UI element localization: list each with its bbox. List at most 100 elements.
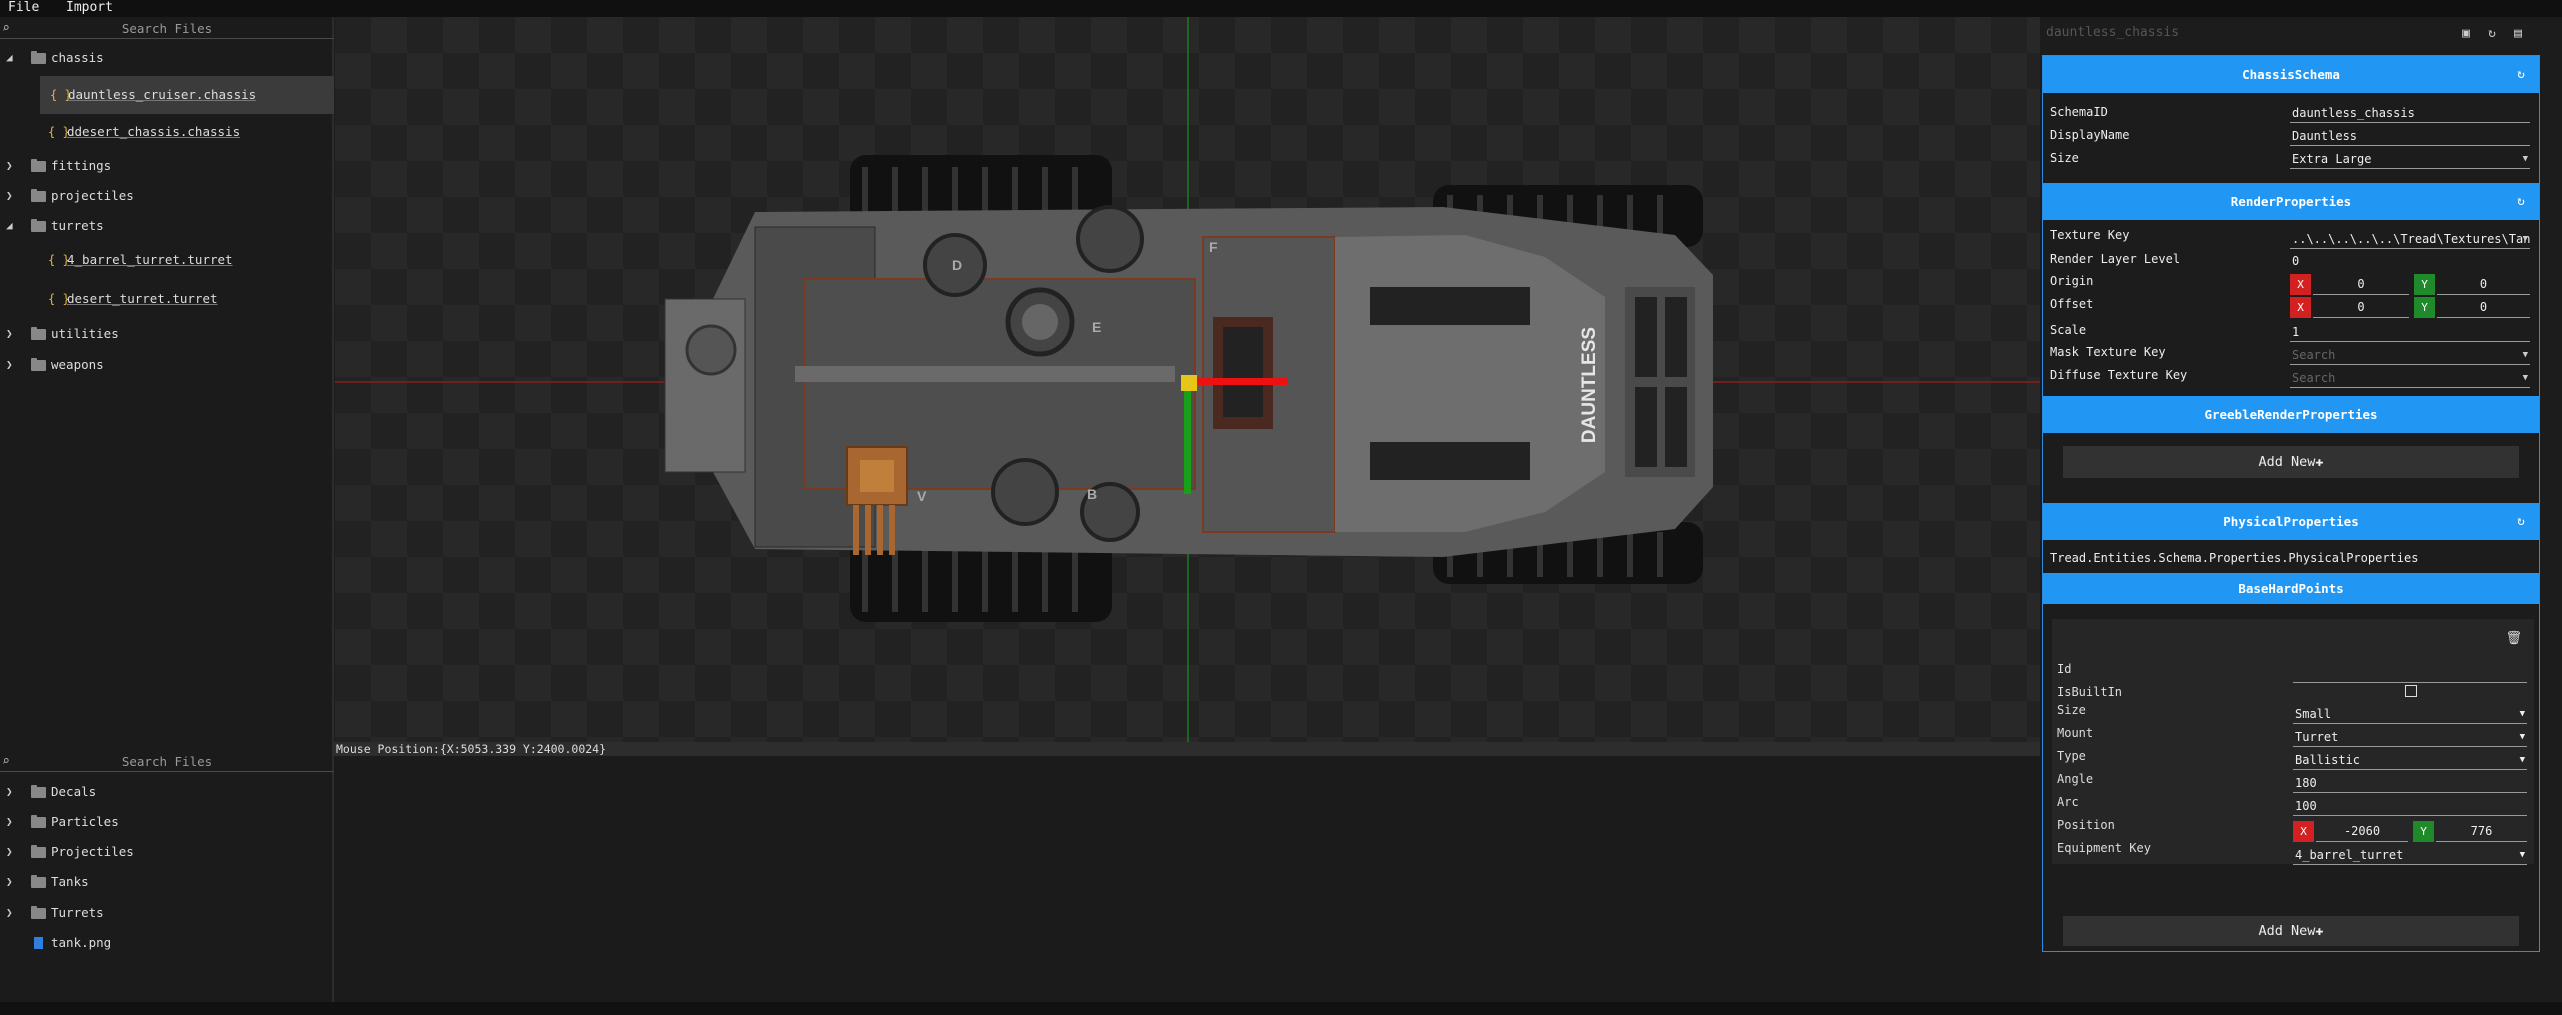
texture-key-select[interactable]: ..\..\..\..\..\Tread\Textures\Tank ▼	[2290, 228, 2530, 249]
tree-file-dauntless[interactable]: { } dauntless_cruiser.chassis	[40, 76, 334, 114]
y-axis-tag: Y	[2413, 821, 2434, 842]
tree-folder-chassis[interactable]: ◢ chassis	[0, 43, 334, 73]
expand-arrow-icon[interactable]: ❯	[6, 807, 13, 837]
asset-folder-tanks[interactable]: ❯ Tanks	[0, 867, 334, 897]
diffuse-texture-row: Diffuse Texture Key Search ▼	[2050, 367, 2530, 389]
scene-viewport[interactable]: DAUNTLESS D E F V B	[335, 17, 2040, 742]
tank-letter: F	[1209, 239, 1218, 255]
section-render-properties[interactable]: RenderProperties ↻	[2043, 183, 2539, 220]
mask-texture-select[interactable]: Search ▼	[2290, 344, 2530, 365]
folder-icon	[31, 189, 46, 202]
section-greeble-render[interactable]: GreebleRenderProperties	[2043, 396, 2539, 433]
collapse-arrow-icon[interactable]: ◢	[6, 43, 13, 73]
greeble-add-new-button[interactable]: Add New✚	[2063, 446, 2519, 478]
menu-bar: File Import	[0, 0, 2562, 17]
dropdown-arrow-icon: ▼	[2522, 154, 2528, 164]
button-label: Add New	[2258, 923, 2316, 939]
hardpoint-mount-select[interactable]: Turret ▼	[2293, 726, 2527, 747]
texture-key-value: ..\..\..\..\..\Tread\Textures\Tank	[2292, 232, 2530, 246]
folder-icon	[31, 845, 46, 858]
expand-arrow-icon[interactable]: ❯	[6, 777, 13, 807]
hardpoint-angle-row: Angle 180	[2057, 772, 2527, 794]
asset-folder-projectiles[interactable]: ❯ Projectiles	[0, 837, 334, 867]
hardpoint-arc-input[interactable]: 100	[2293, 795, 2527, 816]
property-label: Mask Texture Key	[2050, 345, 2166, 359]
position-x-input[interactable]: -2060	[2316, 821, 2408, 842]
origin-vector: X 0 Y 0	[2290, 274, 2530, 295]
file-label: tank.png	[51, 935, 112, 950]
hardpoint-add-new-button[interactable]: Add New✚	[2063, 916, 2519, 946]
mount-value: Turret	[2295, 730, 2339, 744]
folder-label: utilities	[51, 326, 119, 341]
top-search-input[interactable]: ⌕ Search Files	[0, 19, 334, 39]
expand-arrow-icon[interactable]: ❯	[6, 319, 13, 349]
equipment-key-select[interactable]: 4_barrel_turret ▼	[2293, 844, 2527, 865]
hardpoint-type-select[interactable]: Ballistic ▼	[2293, 749, 2527, 770]
asset-folder-turrets[interactable]: ❯ Turrets	[0, 898, 334, 928]
asset-file-tank-png[interactable]: tank.png	[0, 928, 334, 958]
plus-icon: ✚	[2315, 923, 2324, 939]
sync-icon[interactable]: ↻	[2517, 56, 2525, 93]
render-layer-input[interactable]: 0	[2290, 250, 2530, 271]
scale-input[interactable]: 1	[2290, 321, 2530, 342]
sync-icon[interactable]: ↻	[2517, 183, 2525, 220]
dropdown-arrow-icon: ▼	[2519, 709, 2525, 719]
expand-arrow-icon[interactable]: ❯	[6, 151, 13, 181]
display-name-input[interactable]: Dauntless	[2290, 125, 2530, 146]
trash-icon[interactable]: 🗑	[2505, 631, 2522, 646]
property-label: Scale	[2050, 323, 2087, 337]
sync-icon[interactable]: ↻	[2517, 503, 2525, 540]
folder-icon	[31, 219, 46, 232]
section-chassis-schema[interactable]: ChassisSchema ↻	[2043, 56, 2539, 93]
y-axis-tag: Y	[2414, 274, 2435, 295]
scene-canvas[interactable]: DAUNTLESS D E F V B	[335, 17, 2040, 742]
hardpoint-id-input[interactable]	[2293, 662, 2527, 683]
menu-file[interactable]: File	[8, 0, 39, 15]
section-title: RenderProperties	[2230, 194, 2352, 209]
tree-folder-fittings[interactable]: ❯ fittings	[0, 151, 334, 181]
folder-icon	[31, 159, 46, 172]
position-y-input[interactable]: 776	[2436, 821, 2527, 842]
expand-arrow-icon[interactable]: ❯	[6, 837, 13, 867]
schema-id-input[interactable]: dauntless_chassis	[2290, 102, 2530, 123]
expand-arrow-icon[interactable]: ❯	[6, 350, 13, 380]
section-physical-properties[interactable]: PhysicalProperties ↻	[2043, 503, 2539, 540]
origin-x-input[interactable]: 0	[2313, 274, 2409, 295]
hardpoint-mount-row: Mount Turret ▼	[2057, 726, 2527, 748]
folder-label: Particles	[51, 814, 119, 829]
diffuse-texture-select[interactable]: Search ▼	[2290, 367, 2530, 388]
expand-arrow-icon[interactable]: ❯	[6, 898, 13, 928]
file-label: desert_turret.turret	[67, 291, 218, 306]
origin-y-input[interactable]: 0	[2437, 274, 2530, 295]
refresh-icon[interactable]: ↻	[2485, 27, 2499, 41]
offset-y-input[interactable]: 0	[2437, 297, 2530, 318]
expand-arrow-icon[interactable]: ❯	[6, 181, 13, 211]
property-label: Size	[2057, 703, 2086, 717]
hardpoint-angle-input[interactable]: 180	[2293, 772, 2527, 793]
size-select[interactable]: Extra Large ▼	[2290, 148, 2530, 169]
tree-folder-turrets[interactable]: ◢ turrets	[0, 211, 334, 241]
tree-folder-projectiles[interactable]: ❯ projectiles	[0, 181, 334, 211]
tree-folder-weapons[interactable]: ❯ weapons	[0, 350, 334, 380]
tree-folder-utilities[interactable]: ❯ utilities	[0, 319, 334, 349]
offset-x-input[interactable]: 0	[2313, 297, 2409, 318]
save-icon[interactable]: ▤	[2511, 27, 2525, 41]
folder-label: projectiles	[51, 188, 134, 203]
menu-import[interactable]: Import	[66, 0, 113, 15]
tree-file-desert-turret[interactable]: { } desert_turret.turret	[0, 284, 334, 314]
asset-folder-decals[interactable]: ❯ Decals	[0, 777, 334, 807]
section-base-hardpoints[interactable]: BaseHardPoints	[2043, 573, 2539, 604]
tree-file-4barrel[interactable]: { } 4_barrel_turret.turret	[0, 245, 334, 275]
collapse-arrow-icon[interactable]: ◢	[6, 211, 13, 241]
open-folder-icon[interactable]: ▣	[2459, 27, 2473, 41]
builtin-checkbox[interactable]	[2405, 685, 2417, 697]
bottom-search-input[interactable]: ⌕ Search Files	[0, 752, 334, 772]
tank-sprite	[664, 155, 1713, 622]
folder-icon	[31, 815, 46, 828]
expand-arrow-icon[interactable]: ❯	[6, 867, 13, 897]
tree-file-ddesert[interactable]: { } ddesert_chassis.chassis	[0, 117, 334, 147]
x-axis-tag: X	[2293, 821, 2314, 842]
asset-folder-particles[interactable]: ❯ Particles	[0, 807, 334, 837]
image-file-icon	[34, 937, 43, 949]
hardpoint-size-select[interactable]: Small ▼	[2293, 703, 2527, 724]
